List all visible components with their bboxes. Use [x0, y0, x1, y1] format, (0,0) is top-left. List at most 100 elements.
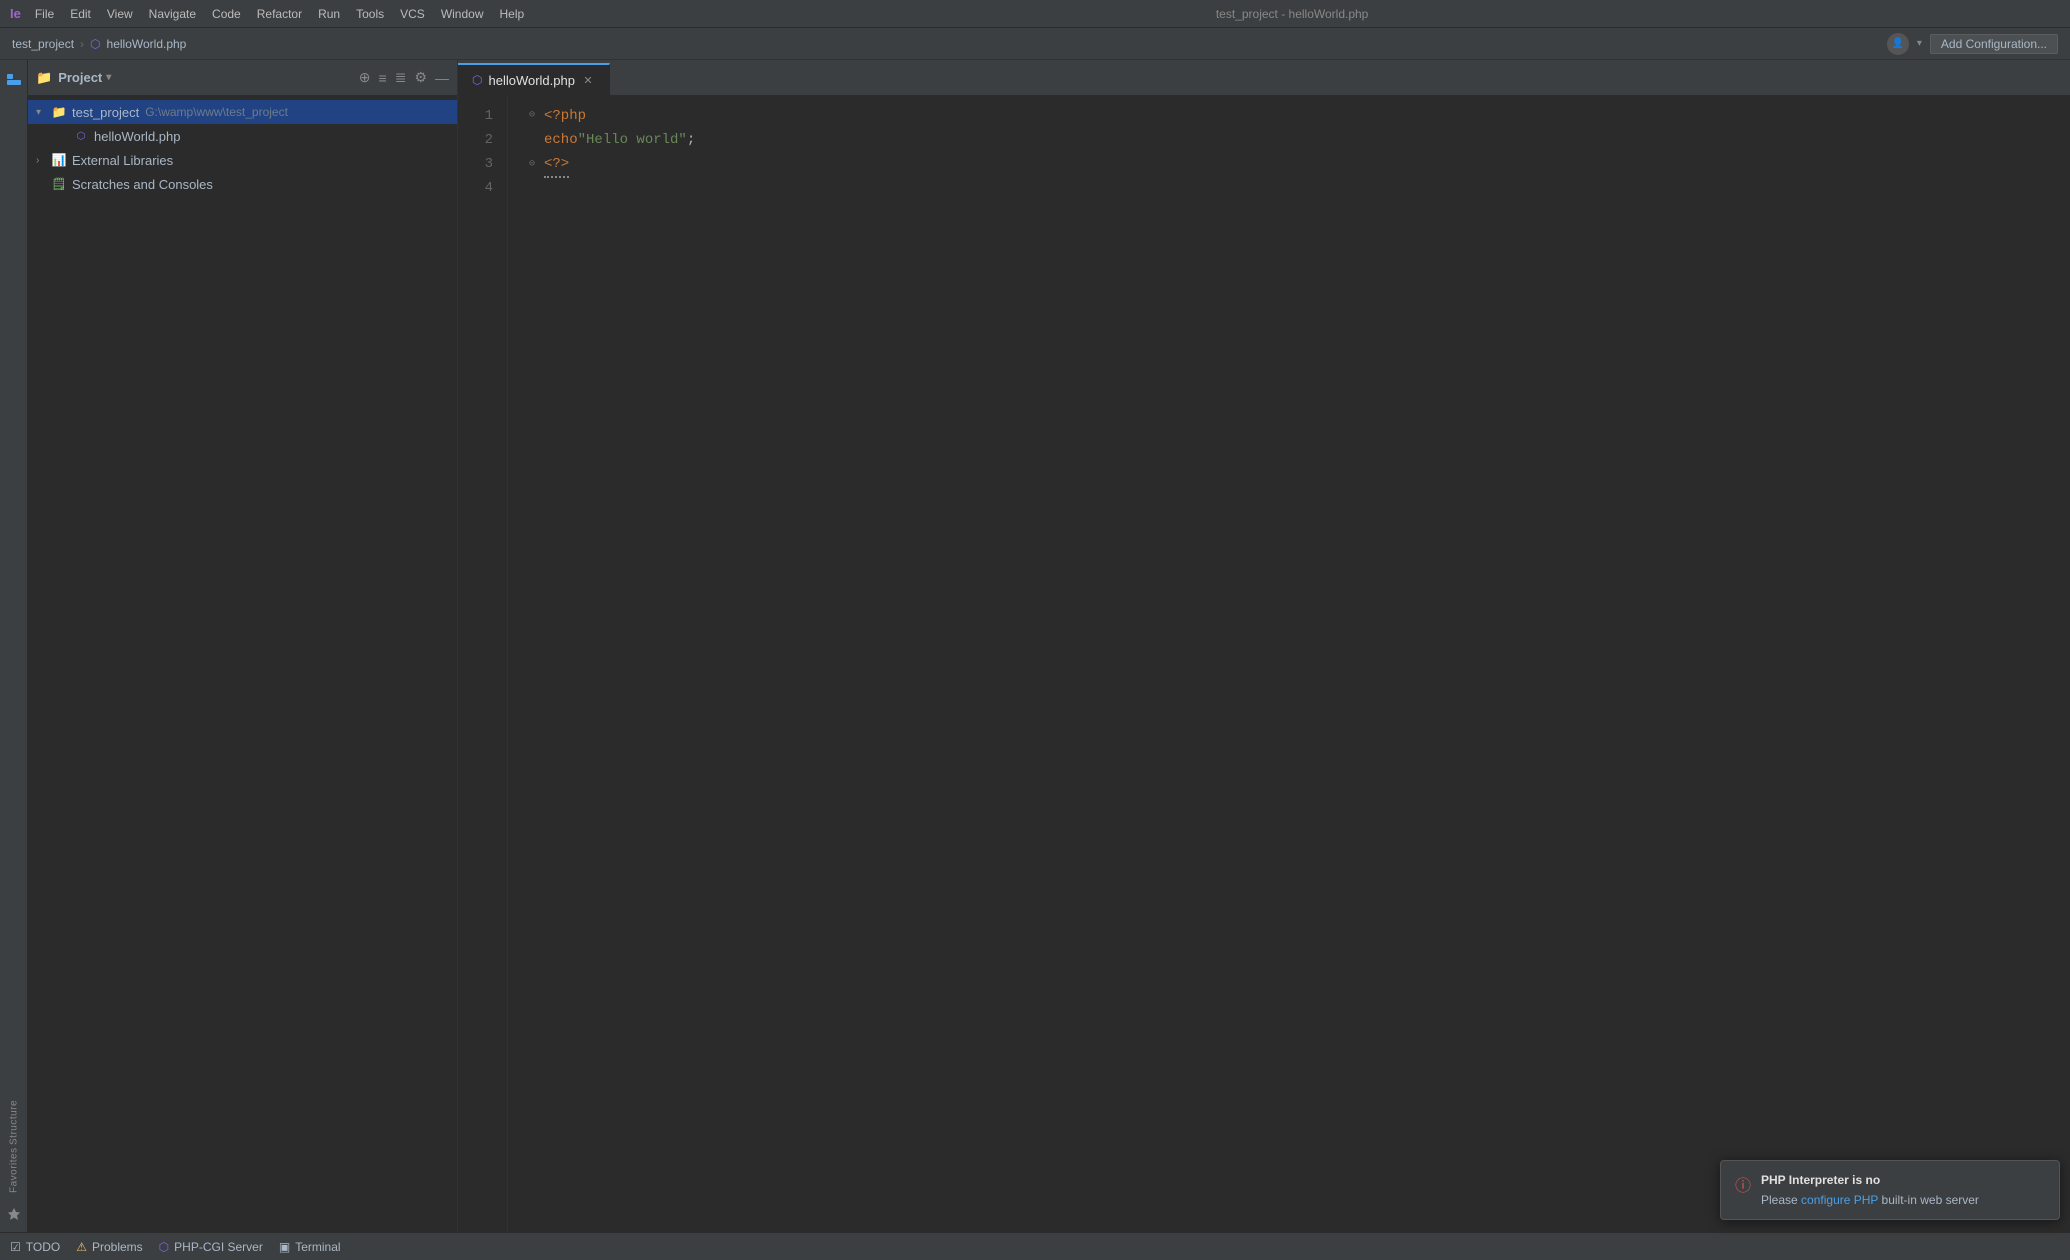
code-php-open: <?php: [544, 104, 586, 128]
app-logo: Ie: [10, 6, 21, 21]
notification-body-text: Please: [1761, 1193, 1801, 1207]
panel-icon-expand[interactable]: ≣: [395, 69, 407, 86]
sidebar-project-icon[interactable]: [3, 68, 25, 90]
menu-refactor[interactable]: Refactor: [257, 7, 302, 21]
notification-body: Please configure PHP built-in web server: [1761, 1191, 1979, 1209]
panel-icon-collapse[interactable]: ≡: [379, 70, 387, 86]
code-line-2: echo "Hello world" ;: [524, 128, 2070, 152]
project-tree: ▾ 📁 test_project G:\wamp\www\test_projec…: [28, 96, 457, 1232]
breadcrumb-bar: test_project › ⬡ helloWorld.php 👤 ▾ Add …: [0, 28, 2070, 60]
status-problems[interactable]: ⚠ Problems: [76, 1240, 142, 1254]
tree-item-test-project[interactable]: ▾ 📁 test_project G:\wamp\www\test_projec…: [28, 100, 457, 124]
project-panel: 📁 Project ▾ ⊕ ≡ ≣ ⚙ — ▾ 📁 test_project G…: [28, 60, 458, 1232]
tree-label-scratches: Scratches and Consoles: [72, 177, 213, 192]
panel-title[interactable]: Project ▾: [58, 70, 111, 85]
tree-arrow-test-project: ▾: [36, 107, 50, 118]
tree-label-test-project: test_project: [72, 105, 139, 120]
sidebar-strip: Structure Favorites: [0, 60, 28, 1232]
line-numbers: 1 2 3 4: [458, 96, 508, 1232]
menu-run[interactable]: Run: [318, 7, 340, 21]
code-semicolon: ;: [687, 128, 695, 152]
menu-tools[interactable]: Tools: [356, 7, 384, 21]
menu-navigate[interactable]: Navigate: [149, 7, 196, 21]
panel-icon-settings[interactable]: ⚙: [414, 69, 427, 86]
add-config-button[interactable]: Add Configuration...: [1930, 34, 2058, 54]
terminal-label: Terminal: [295, 1240, 340, 1254]
code-line-3: ⊖ <?>: [524, 152, 2070, 178]
terminal-icon: ▣: [279, 1240, 290, 1254]
tree-item-scratches[interactable]: 🗒 Scratches and Consoles: [28, 172, 457, 196]
sidebar-favorites-icon[interactable]: Favorites: [3, 1159, 25, 1181]
notification-link[interactable]: configure PHP: [1801, 1193, 1878, 1207]
tree-path-test-project: G:\wamp\www\test_project: [145, 105, 288, 119]
php-cgi-icon: ⬡: [159, 1240, 169, 1254]
tree-item-ext-libs[interactable]: › 📊 External Libraries: [28, 148, 457, 172]
code-php-close: <?>: [544, 152, 569, 178]
project-panel-header: 📁 Project ▾ ⊕ ≡ ≣ ⚙ —: [28, 60, 457, 96]
ext-lib-icon: 📊: [50, 152, 68, 168]
status-bar: ☑ TODO ⚠ Problems ⬡ PHP-CGI Server ▣ Ter…: [0, 1232, 2070, 1260]
menu-window[interactable]: Window: [441, 7, 484, 21]
title-bar: Ie File Edit View Navigate Code Refactor…: [0, 0, 2070, 28]
tree-arrow-ext-libs: ›: [36, 155, 50, 166]
notification-error-icon: ⓘ: [1735, 1172, 1751, 1196]
menu-edit[interactable]: Edit: [70, 7, 91, 21]
tab-bar: ⬡ helloWorld.php ✕: [458, 60, 2070, 96]
tree-item-helloworld[interactable]: ⬡ helloWorld.php: [28, 124, 457, 148]
status-terminal[interactable]: ▣ Terminal: [279, 1240, 341, 1254]
folder-icon: 📁: [50, 104, 68, 120]
notification-title: PHP Interpreter is no: [1761, 1171, 1979, 1189]
problems-icon: ⚠: [76, 1240, 87, 1254]
panel-icon-minimize[interactable]: —: [435, 70, 449, 86]
menu-file[interactable]: File: [35, 7, 54, 21]
scratch-icon: 🗒: [50, 176, 68, 192]
notification-popup: ⓘ PHP Interpreter is no Please configure…: [1720, 1160, 2060, 1220]
panel-title-text: Project: [58, 70, 102, 85]
tab-close-button[interactable]: ✕: [581, 74, 595, 87]
menu-vcs[interactable]: VCS: [400, 7, 425, 21]
favorites-star-icon[interactable]: [7, 1207, 21, 1224]
panel-icons: ⊕ ≡ ≣ ⚙ —: [359, 69, 449, 86]
problems-label: Problems: [92, 1240, 143, 1254]
panel-icon-locate[interactable]: ⊕: [359, 69, 371, 86]
breadcrumb-file[interactable]: helloWorld.php: [107, 37, 187, 51]
tab-label: helloWorld.php: [488, 73, 574, 88]
code-string: "Hello world": [578, 128, 687, 152]
editor-tab-helloworld[interactable]: ⬡ helloWorld.php ✕: [458, 63, 610, 95]
editor-area: ⬡ helloWorld.php ✕ 1 2 3 4 ⊖ <?php: [458, 60, 2070, 1232]
profile-avatar[interactable]: 👤: [1887, 33, 1909, 55]
line-number-1: 1: [458, 104, 493, 128]
code-echo: echo: [544, 128, 578, 152]
code-line-4: [524, 178, 2070, 202]
status-php-cgi[interactable]: ⬡ PHP-CGI Server: [159, 1240, 263, 1254]
breadcrumb-project[interactable]: test_project: [12, 37, 74, 51]
menu-help[interactable]: Help: [500, 7, 525, 21]
line-number-2: 2: [458, 128, 493, 152]
breadcrumb-file-icon: ⬡: [90, 37, 100, 51]
menu-code[interactable]: Code: [212, 7, 241, 21]
tree-label-ext-libs: External Libraries: [72, 153, 173, 168]
editor-content: 1 2 3 4 ⊖ <?php echo "Hello world" ;: [458, 96, 2070, 1232]
todo-icon: ☑: [10, 1240, 21, 1254]
status-todo[interactable]: ☑ TODO: [10, 1240, 60, 1254]
line-number-3: 3: [458, 152, 493, 176]
notification-body2: built-in web server: [1882, 1193, 1979, 1207]
todo-label: TODO: [26, 1240, 60, 1254]
menu-bar: File Edit View Navigate Code Refactor Ru…: [35, 7, 524, 21]
sidebar-structure-icon[interactable]: Structure: [3, 1111, 25, 1133]
panel-chevron[interactable]: ▾: [106, 72, 111, 83]
main-layout: Structure Favorites 📁 Project ▾ ⊕ ≡ ≣ ⚙ …: [0, 60, 2070, 1232]
breadcrumb-separator: ›: [80, 37, 84, 51]
line-number-4: 4: [458, 176, 493, 200]
code-line-1: ⊖ <?php: [524, 104, 2070, 128]
php-file-icon: ⬡: [72, 128, 90, 144]
project-folder-icon: 📁: [36, 70, 52, 86]
gutter-icon-1[interactable]: ⊖: [524, 104, 540, 128]
menu-view[interactable]: View: [107, 7, 133, 21]
window-title: test_project - helloWorld.php: [524, 7, 2060, 21]
gutter-icon-3[interactable]: ⊖: [524, 153, 540, 177]
tab-file-icon: ⬡: [472, 73, 482, 87]
notification-text: PHP Interpreter is no Please configure P…: [1761, 1171, 1979, 1209]
code-area[interactable]: ⊖ <?php echo "Hello world" ; ⊖ <?>: [508, 96, 2070, 1232]
profile-chevron[interactable]: ▾: [1917, 38, 1922, 49]
